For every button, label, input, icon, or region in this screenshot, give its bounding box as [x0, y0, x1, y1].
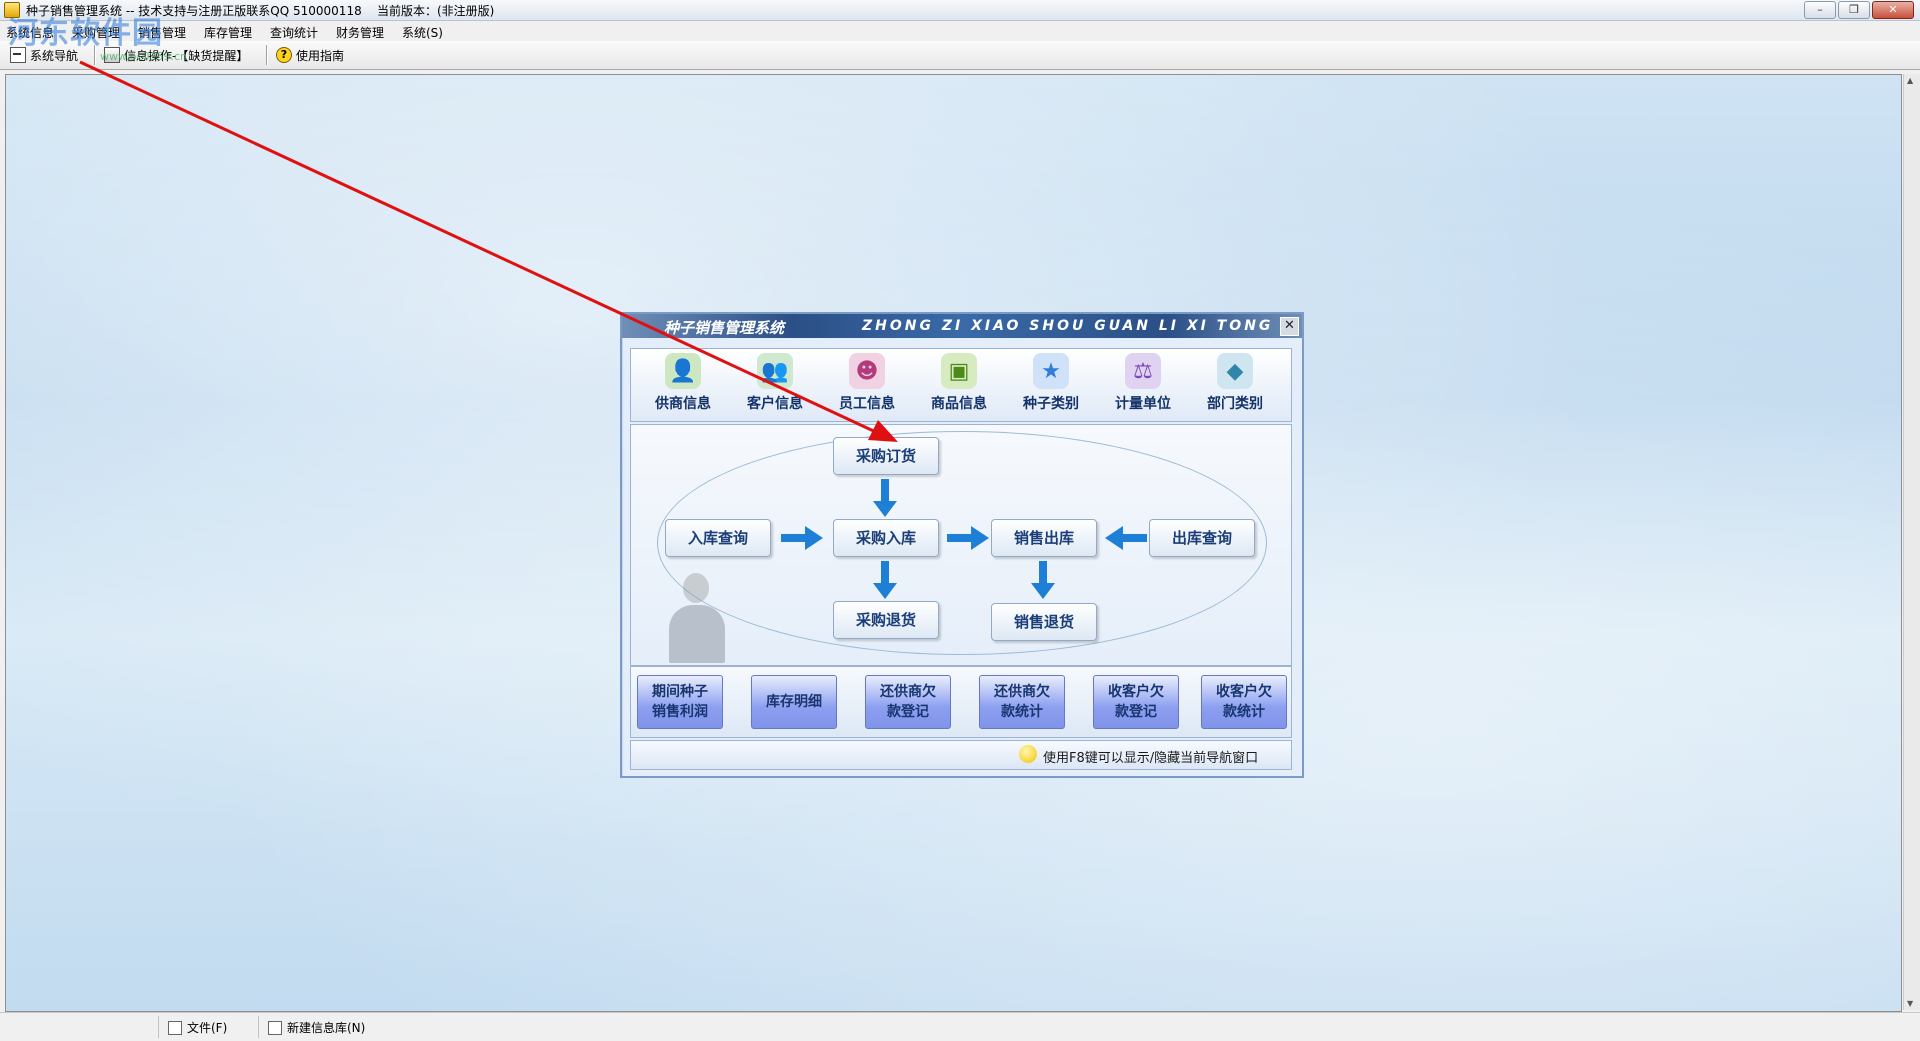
supplier-debt-register-button[interactable]: 还供商欠 款登记: [865, 675, 951, 729]
help-icon: ?: [276, 47, 292, 63]
seed-category-button[interactable]: ★ 种子类别: [1011, 353, 1091, 417]
period-profit-line1: 期间种子: [652, 684, 708, 700]
supplier-icon: 👤: [665, 353, 701, 389]
arrow-down-icon: [1031, 561, 1055, 599]
customer-icon: 👥: [757, 353, 793, 389]
status-bar: 文件(F) 新建信息库(N): [0, 1012, 1920, 1041]
department-icon: ◆: [1217, 353, 1253, 389]
file-icon: [168, 1020, 182, 1035]
new-database-icon: [268, 1020, 282, 1035]
star-icon: ★: [1033, 353, 1069, 389]
stock-out-query-button[interactable]: 出库查询: [1149, 519, 1255, 557]
supplier-debt-stats-line1: 还供商欠: [994, 684, 1050, 700]
sales-out-button[interactable]: 销售出库: [991, 519, 1097, 557]
menu-query-stats[interactable]: 查询统计: [270, 24, 318, 41]
measure-unit-label: 计量单位: [1115, 396, 1171, 412]
scroll-down-icon[interactable]: ▼: [1907, 999, 1913, 1008]
status-separator: [258, 1016, 259, 1038]
menu-inventory[interactable]: 库存管理: [204, 24, 252, 41]
supplier-info-button[interactable]: 👤 供商信息: [643, 353, 723, 417]
watermark-url: www.pc0359.cn: [100, 50, 188, 63]
customer-debt-stats-button[interactable]: 收客户欠 款统计: [1201, 675, 1287, 729]
period-profit-line2: 销售利润: [652, 704, 708, 720]
customer-debt-register-line1: 收客户欠: [1108, 684, 1164, 700]
inventory-detail-label: 库存明细: [766, 694, 822, 710]
status-file-label: 文件(F): [187, 1021, 228, 1035]
menu-bar: 系统信息 采购管理 销售管理 库存管理 查询统计 财务管理 系统(S): [0, 21, 1920, 41]
arrow-right-icon: [781, 526, 823, 550]
arrow-down-icon: [873, 479, 897, 517]
staff-icon: ☻: [849, 353, 885, 389]
purchase-in-button[interactable]: 采购入库: [833, 519, 939, 557]
scroll-up-icon[interactable]: ▲: [1907, 76, 1913, 85]
customer-info-button[interactable]: 👥 客户信息: [735, 353, 815, 417]
purchase-order-button[interactable]: 采购订货: [833, 437, 939, 475]
status-separator: [158, 1016, 159, 1038]
goods-info-label: 商品信息: [931, 396, 987, 412]
user-guide-label: 使用指南: [296, 48, 345, 63]
department-category-label: 部门类别: [1207, 396, 1263, 412]
toolbar-separator: [266, 45, 268, 65]
customer-debt-stats-line2: 款统计: [1223, 704, 1265, 720]
sales-return-button[interactable]: 销售退货: [991, 603, 1097, 641]
supplier-debt-stats-button[interactable]: 还供商欠 款统计: [979, 675, 1065, 729]
dialog-close-button[interactable]: ✕: [1280, 317, 1299, 336]
restore-button[interactable]: ❐: [1838, 1, 1870, 19]
inventory-detail-button[interactable]: 库存明细: [751, 675, 837, 729]
master-data-iconbar: 👤 供商信息 👥 客户信息 ☻ 员工信息 ▣ 商品信息 ★ 种子类别 ⚖ 计量单…: [630, 348, 1292, 422]
status-newdb-item[interactable]: 新建信息库(N): [268, 1019, 365, 1036]
toolbar: 系统导航 信息操作-【缺货提醒】 ? 使用指南: [0, 41, 1920, 70]
hint-bar: 使用F8键可以显示/隐藏当前导航窗口: [630, 740, 1292, 770]
measure-unit-button[interactable]: ⚖ 计量单位: [1103, 353, 1183, 417]
purchase-return-button[interactable]: 采购退货: [833, 601, 939, 639]
arrow-down-icon: [873, 561, 897, 599]
supplier-debt-register-line1: 还供商欠: [880, 684, 936, 700]
supplier-info-label: 供商信息: [655, 396, 711, 412]
supplier-debt-stats-line2: 款统计: [1001, 704, 1043, 720]
customer-debt-register-line2: 款登记: [1115, 704, 1157, 720]
period-profit-button[interactable]: 期间种子 销售利润: [637, 675, 723, 729]
close-button[interactable]: ✕: [1872, 1, 1914, 19]
minimize-button[interactable]: –: [1804, 1, 1836, 19]
goods-info-button[interactable]: ▣ 商品信息: [919, 353, 999, 417]
customer-debt-stats-line1: 收客户欠: [1216, 684, 1272, 700]
customer-debt-register-button[interactable]: 收客户欠 款登记: [1093, 675, 1179, 729]
dialog-title-pinyin: ZHONG ZI XIAO SHOU GUAN LI XI TONG: [862, 318, 1274, 334]
dialog-title: 种子销售管理系统: [664, 319, 785, 337]
menu-finance[interactable]: 财务管理: [336, 24, 384, 41]
status-file-item[interactable]: 文件(F): [168, 1019, 227, 1036]
navigation-dialog: 种子销售管理系统 ZHONG ZI XIAO SHOU GUAN LI XI T…: [620, 312, 1304, 778]
finance-buttons-panel: 期间种子 销售利润 库存明细 还供商欠 款登记 还供商欠 款统计 收客户欠 款登…: [630, 666, 1292, 738]
staff-info-button[interactable]: ☻ 员工信息: [827, 353, 907, 417]
measure-icon: ⚖: [1125, 353, 1161, 389]
receptionist-figure: [661, 573, 741, 663]
arrow-right-icon: [947, 526, 989, 550]
title-bar: 种子销售管理系统 -- 技术支持与注册正版联系QQ 510000118 当前版本…: [0, 0, 1920, 21]
department-category-button[interactable]: ◆ 部门类别: [1195, 353, 1275, 417]
workflow-panel: 采购订货 入库查询 采购入库 销售出库 出库查询 采购退货 销售退货: [630, 424, 1292, 666]
user-guide-button[interactable]: ? 使用指南: [276, 45, 344, 65]
menu-system[interactable]: 系统(S): [402, 24, 443, 41]
staff-info-label: 员工信息: [839, 396, 895, 412]
seed-category-label: 种子类别: [1023, 396, 1079, 412]
hint-text: 使用F8键可以显示/隐藏当前导航窗口: [1043, 751, 1259, 766]
customer-info-label: 客户信息: [747, 396, 803, 412]
arrow-left-icon: [1105, 526, 1147, 550]
vertical-scrollbar[interactable]: ▲ ▼: [1903, 74, 1920, 1010]
dialog-title-bar: 种子销售管理系统 ZHONG ZI XIAO SHOU GUAN LI XI T…: [622, 314, 1302, 338]
goods-icon: ▣: [941, 353, 977, 389]
status-newdb-label: 新建信息库(N): [287, 1021, 366, 1035]
supplier-debt-register-line2: 款登记: [887, 704, 929, 720]
watermark-logo: 河东软件园: [8, 16, 163, 51]
window-controls: – ❐ ✕: [1804, 1, 1914, 19]
stock-in-query-button[interactable]: 入库查询: [665, 519, 771, 557]
lightbulb-icon: [1019, 745, 1037, 763]
